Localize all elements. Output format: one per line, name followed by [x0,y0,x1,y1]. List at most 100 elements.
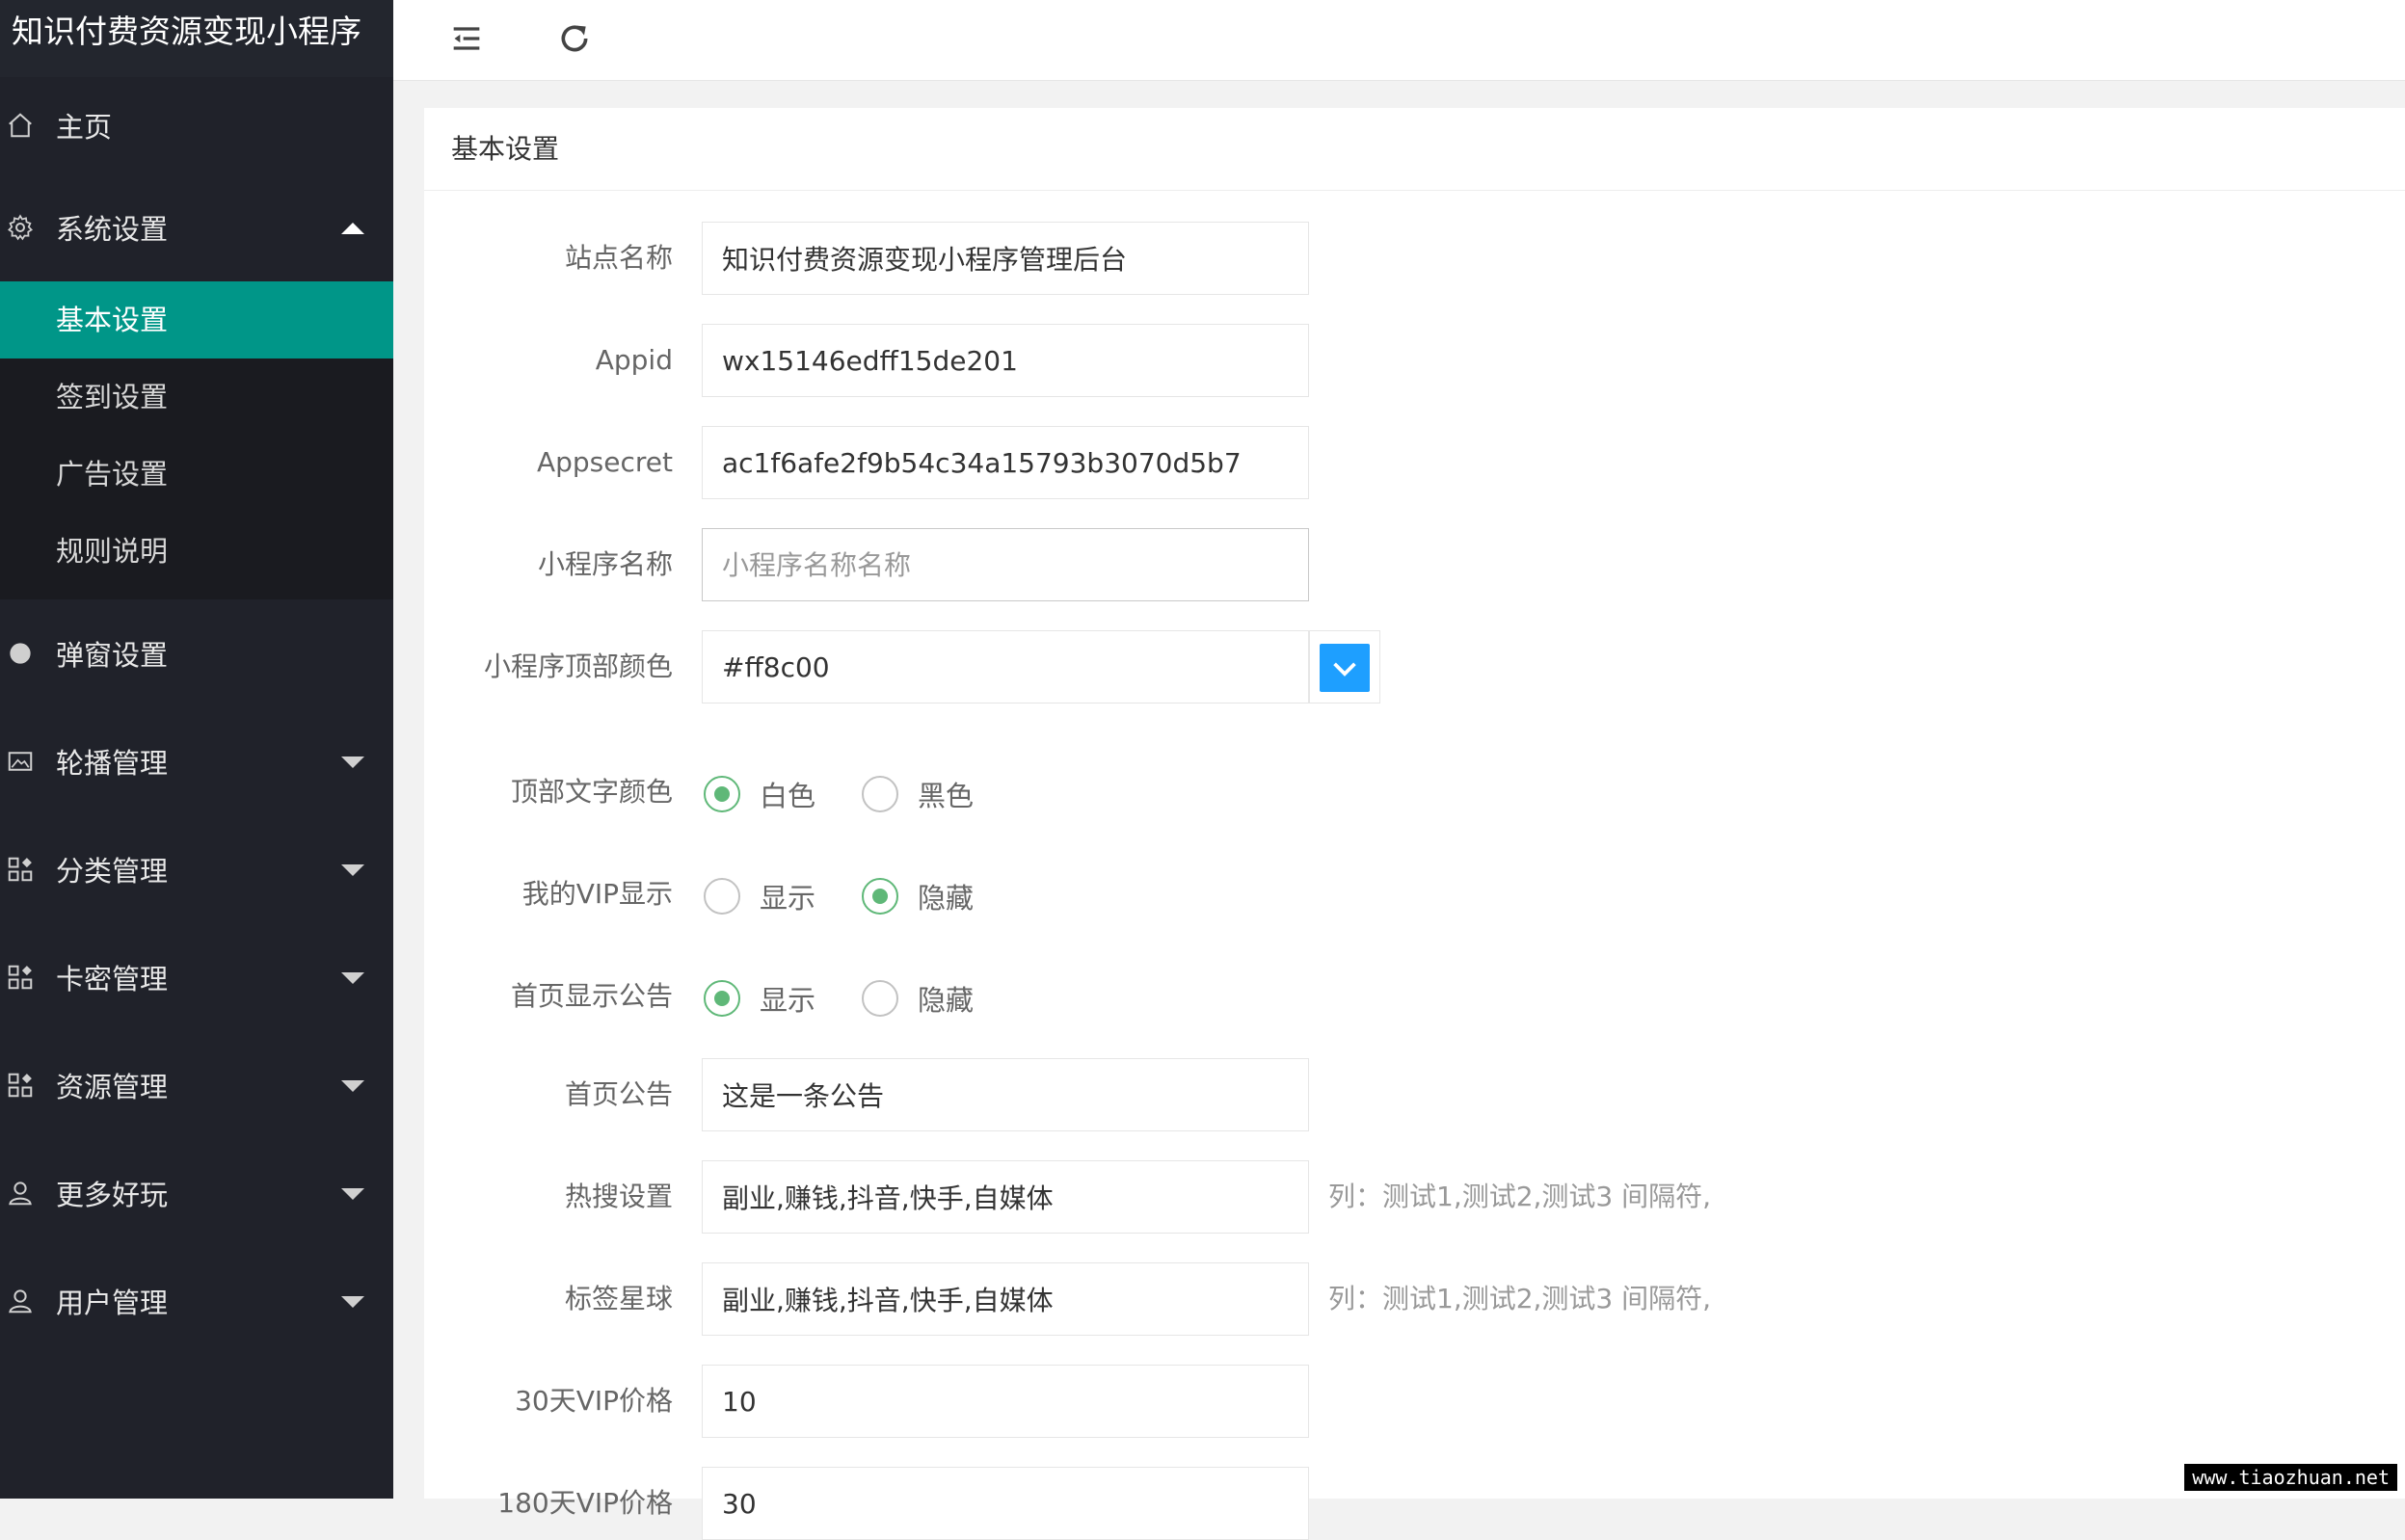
sidebar-item-popup[interactable]: 弹窗设置 [0,599,393,707]
appid-input[interactable] [702,324,1309,397]
appsecret-input[interactable] [702,426,1309,499]
radio-label: 显示 [760,978,815,1019]
sidebar-item-label: 弹窗设置 [56,633,168,674]
chevron-down-icon [1320,644,1370,692]
radio-label: 黑色 [918,774,974,814]
sidebar-item-users[interactable]: 用户管理 [0,1247,393,1355]
circle-icon [6,639,35,668]
form-row-appsecret: Appsecret [424,426,2405,499]
vip30-label: 30天VIP价格 [424,1365,673,1438]
form-row-mini-name: 小程序名称 [424,528,2405,601]
sidebar-item-label: 系统设置 [56,207,168,248]
chevron-down-icon [341,864,364,876]
mini-name-input[interactable] [702,528,1309,601]
sidebar-subitem-ads[interactable]: 广告设置 [0,436,393,513]
gear-icon [6,213,35,242]
tag-planet-label: 标签星球 [424,1262,673,1336]
hot-search-input[interactable] [702,1160,1309,1234]
user-icon [6,1287,35,1315]
radio-label: 隐藏 [918,978,974,1019]
color-swatch [1320,644,1370,692]
radio-circle [862,878,898,915]
chevron-down-icon [341,1080,364,1092]
chevron-down-icon [341,1188,364,1200]
site-name-label: 站点名称 [424,222,673,295]
form-row-appid: Appid [424,324,2405,397]
user-icon [6,1179,35,1208]
sidebar-item-label: 主页 [56,105,112,146]
sidebar-item-label: 更多好玩 [56,1173,168,1213]
refresh-icon[interactable] [555,19,594,58]
chevron-down-icon [341,757,364,768]
radio-notice-hide[interactable]: 隐藏 [862,978,974,1019]
radio-label: 显示 [760,876,815,916]
radio-circle [704,980,740,1017]
topbar [393,0,2405,81]
tag-planet-input[interactable] [702,1262,1309,1336]
vip180-input[interactable] [702,1467,1309,1540]
sidebar: 知识付费资源变现小程序 主页 系统设置 基本设置 签到设置 广告设置 规则说明 … [0,0,393,1499]
form-row-tag-planet: 标签星球 列：测试1,测试2,测试3 间隔符, [424,1262,2405,1336]
form-row-top-color: 小程序顶部颜色 [424,630,2405,704]
apps-icon [6,855,35,884]
apps-icon [6,1071,35,1100]
vip180-label: 180天VIP价格 [424,1467,673,1540]
sidebar-item-carousel[interactable]: 轮播管理 [0,707,393,815]
color-picker-button[interactable] [1309,630,1380,704]
sidebar-item-more-fun[interactable]: 更多好玩 [0,1139,393,1247]
site-name-input[interactable] [702,222,1309,295]
top-color-label: 小程序顶部颜色 [424,630,673,704]
top-text-color-label: 顶部文字颜色 [424,756,673,829]
menu-fold-icon[interactable] [447,19,486,58]
sidebar-item-category[interactable]: 分类管理 [0,815,393,923]
sidebar-item-home[interactable]: 主页 [0,77,393,173]
sidebar-subitem-basic[interactable]: 基本设置 [0,281,393,358]
radio-vip-show[interactable]: 显示 [704,876,815,916]
radio-label: 白色 [760,774,815,814]
top-color-input[interactable] [702,630,1309,704]
my-vip-label: 我的VIP显示 [424,858,673,931]
sidebar-subitem-checkin[interactable]: 签到设置 [0,358,393,436]
home-icon [6,111,35,140]
sidebar-item-label: 分类管理 [56,849,168,889]
radio-vip-hide[interactable]: 隐藏 [862,876,974,916]
radio-black[interactable]: 黑色 [862,774,974,814]
notice-show-label: 首页显示公告 [424,960,673,1033]
radio-circle [704,776,740,812]
form-row-notice-show: 首页显示公告 显示 隐藏 [424,960,2405,1033]
form-row-my-vip: 我的VIP显示 显示 隐藏 [424,858,2405,931]
watermark: www.tiaozhuan.net [2184,1464,2397,1491]
radio-circle [862,776,898,812]
apps-icon [6,963,35,992]
form-row-site-name: 站点名称 [424,222,2405,295]
sidebar-item-resources[interactable]: 资源管理 [0,1031,393,1139]
sidebar-submenu-system: 基本设置 签到设置 广告设置 规则说明 [0,281,393,599]
form-row-hot-search: 热搜设置 列：测试1,测试2,测试3 间隔符, [424,1160,2405,1234]
app-title: 知识付费资源变现小程序 [0,0,393,77]
sidebar-item-label: 用户管理 [56,1281,168,1321]
chevron-up-icon [341,223,364,234]
sidebar-subitem-rules[interactable]: 规则说明 [0,513,393,590]
radio-circle [704,878,740,915]
home-notice-label: 首页公告 [424,1058,673,1131]
chevron-down-icon [341,1296,364,1308]
chevron-down-icon [341,972,364,984]
radio-label: 隐藏 [918,876,974,916]
sidebar-item-label: 资源管理 [56,1065,168,1105]
form-row-top-text-color: 顶部文字颜色 白色 黑色 [424,756,2405,829]
radio-white[interactable]: 白色 [704,774,815,814]
radio-notice-show[interactable]: 显示 [704,978,815,1019]
sidebar-item-system-settings[interactable]: 系统设置 [0,173,393,281]
tag-planet-hint: 列：测试1,测试2,测试3 间隔符, [1328,1262,1711,1336]
appid-label: Appid [424,324,673,397]
form-row-vip180: 180天VIP价格 [424,1467,2405,1540]
form-row-home-notice: 首页公告 [424,1058,2405,1131]
radio-circle [862,980,898,1017]
card-title: 基本设置 [424,108,2405,191]
appsecret-label: Appsecret [424,426,673,499]
form-row-vip30: 30天VIP价格 [424,1365,2405,1438]
sidebar-item-card-key[interactable]: 卡密管理 [0,923,393,1031]
mini-name-label: 小程序名称 [424,528,673,601]
home-notice-input[interactable] [702,1058,1309,1131]
vip30-input[interactable] [702,1365,1309,1438]
